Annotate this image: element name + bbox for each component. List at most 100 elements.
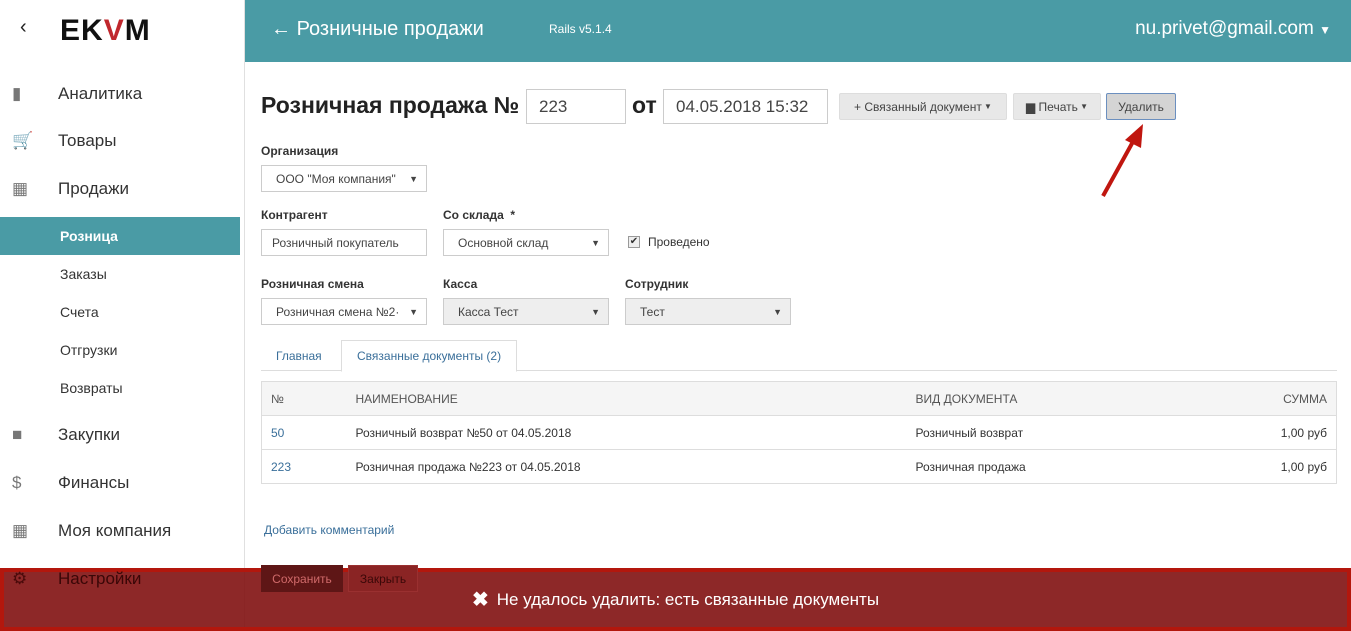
cart-icon: 🛒 xyxy=(12,131,34,150)
tab-main[interactable]: Главная xyxy=(261,340,337,371)
label: Продажи xyxy=(58,179,129,198)
value: Касса Тест xyxy=(458,304,519,319)
building-icon: ▦ xyxy=(12,521,29,540)
truck-icon: ■ xyxy=(12,425,23,444)
checkbox-checked-icon: ✔ xyxy=(628,236,640,248)
tabs: Главная Связанные документы (2) xyxy=(261,340,1337,372)
user-menu[interactable]: nu.privet@gmail.com ▼ xyxy=(1135,18,1331,40)
doc-date-input[interactable]: 04.05.2018 15:32 xyxy=(663,89,828,124)
ekam-logo[interactable]: EKVM xyxy=(60,14,151,48)
collapse-sidebar-button[interactable]: ‹ xyxy=(20,16,27,39)
value: ООО "Моя компания" xyxy=(276,171,396,186)
label: Настройки xyxy=(58,569,142,588)
arrow-left-icon: ← xyxy=(271,18,297,40)
back-to-list-link[interactable]: ← Розничные продажи xyxy=(271,18,484,41)
counterparty-input[interactable]: Розничный покупатель xyxy=(261,229,427,256)
close-button[interactable]: Закрыть xyxy=(348,565,418,592)
cell-name: Розничный возврат №50 от 04.05.2018 xyxy=(346,415,907,450)
cell-sum: 1,00 руб xyxy=(1156,415,1337,450)
header: ← Розничные продажи Rails v5.1.4 nu.priv… xyxy=(245,0,1351,62)
header-title: Розничные продажи xyxy=(296,18,484,40)
caret-down-icon: ▼ xyxy=(591,237,600,248)
caret-down-icon: ▼ xyxy=(409,173,418,184)
bar-chart-icon: ▮ xyxy=(12,84,22,103)
employee-label: Сотрудник xyxy=(625,277,689,291)
col-name: НАИМЕНОВАНИЕ xyxy=(346,381,907,416)
warehouse-label: Со склада * xyxy=(443,208,515,222)
close-x-icon[interactable]: ✖ xyxy=(472,587,489,612)
add-comment-link[interactable]: Добавить комментарий xyxy=(264,523,394,537)
table-header: № НАИМЕНОВАНИЕ ВИД ДОКУМЕНТА СУММА xyxy=(261,381,1337,416)
cell-sum: 1,00 руб xyxy=(1156,449,1337,484)
sidebar-item-sales[interactable]: ▦ Продажи xyxy=(0,170,240,208)
col-sum: СУММА xyxy=(1156,381,1337,416)
sidebar-item-goods[interactable]: 🛒 Товары xyxy=(0,122,240,160)
label: Товары xyxy=(58,131,117,150)
sidebar-item-retail[interactable]: Розница xyxy=(0,217,240,255)
page-title: Розничная продажа № xyxy=(261,92,520,118)
printer-icon: ▆ xyxy=(1025,99,1039,114)
print-button[interactable]: ▆ Печать ▼ xyxy=(1013,93,1101,120)
sidebar-item-analytics[interactable]: ▮ Аналитика xyxy=(0,75,240,113)
label: Связанный документ xyxy=(864,99,982,114)
shift-label: Розничная смена xyxy=(261,277,364,291)
sidebar-item-settings[interactable]: ⚙ Настройки xyxy=(0,560,240,598)
linked-docs-table: № НАИМЕНОВАНИЕ ВИД ДОКУМЕНТА СУММА 50 Рознич… xyxy=(261,381,1337,484)
sidebar: ‹ EKVM ▮ Аналитика 🛒 Товары ▦ Продажи Розни… xyxy=(0,0,245,631)
doc-link[interactable]: 223 xyxy=(271,460,291,474)
doc-number-input[interactable]: 223 xyxy=(526,89,626,124)
linked-document-button[interactable]: + Связанный документ ▼ xyxy=(839,93,1007,120)
col-number: № xyxy=(261,381,347,416)
label: Финансы xyxy=(58,473,130,492)
cell-name: Розничная продажа №223 от 04.05.2018 xyxy=(346,449,907,484)
doc-link[interactable]: 50 xyxy=(271,426,284,440)
org-select[interactable]: ООО "Моя компания" ▼ xyxy=(261,165,427,192)
shift-select[interactable]: Розничная смена №2· ▼ xyxy=(261,298,427,325)
cell-type: Розничный возврат xyxy=(906,415,1157,450)
label: Проведено xyxy=(648,235,710,249)
table-row[interactable]: 50 Розничный возврат №50 от 04.05.2018 Роз… xyxy=(261,415,1337,450)
from-label: от xyxy=(632,92,657,118)
label: Закупки xyxy=(58,425,120,444)
col-type: ВИД ДОКУМЕНТА xyxy=(906,381,1157,416)
kassa-label: Касса xyxy=(443,277,478,291)
sidebar-item-invoices[interactable]: Счета xyxy=(0,293,240,331)
value: Розничная смена №2· xyxy=(276,304,400,319)
gear-icon: ⚙ xyxy=(12,569,28,588)
posted-checkbox[interactable]: ✔ Проведено xyxy=(628,235,710,249)
delete-button[interactable]: Удалить xyxy=(1106,93,1176,120)
employee-select[interactable]: Тест ▼ xyxy=(625,298,791,325)
sidebar-item-orders[interactable]: Заказы xyxy=(0,255,240,293)
rails-version: Rails v5.1.4 xyxy=(549,22,612,36)
caret-down-icon: ▼ xyxy=(409,306,418,317)
annotation-arrow-icon xyxy=(1101,124,1143,197)
tab-linked-docs[interactable]: Связанные документы (2) xyxy=(341,340,518,372)
sidebar-item-shipments[interactable]: Отгрузки xyxy=(0,331,240,369)
sidebar-item-returns[interactable]: Возвраты xyxy=(0,369,240,407)
caret-down-icon: ▼ xyxy=(1319,23,1331,37)
plus-icon: + xyxy=(854,99,865,114)
warehouse-select[interactable]: Основной склад ▼ xyxy=(443,229,609,256)
sidebar-item-company[interactable]: ▦ Моя компания xyxy=(0,512,240,550)
value: Основной склад xyxy=(458,235,549,250)
required-mark: * xyxy=(510,208,516,222)
table-row[interactable]: 223 Розничная продажа №223 от 04.05.2018 Р… xyxy=(261,449,1337,484)
sidebar-item-finance[interactable]: $ Финансы xyxy=(0,464,240,502)
dollar-icon: $ xyxy=(12,473,22,492)
save-button[interactable]: Сохранить xyxy=(261,565,343,592)
label: Печать xyxy=(1038,99,1078,114)
store-icon: ▦ xyxy=(12,179,29,198)
caret-down-icon: ▼ xyxy=(773,306,782,317)
label: Моя компания xyxy=(58,521,172,540)
org-label: Организация xyxy=(261,144,339,158)
label: Аналитика xyxy=(58,84,143,103)
user-email: nu.privet@gmail.com xyxy=(1135,18,1314,39)
text: Со склада xyxy=(443,208,504,222)
sidebar-item-purchases[interactable]: ■ Закупки xyxy=(0,416,240,454)
caret-down-icon: ▼ xyxy=(591,306,600,317)
kassa-select[interactable]: Касса Тест ▼ xyxy=(443,298,609,325)
counterparty-label: Контрагент xyxy=(261,208,328,222)
caret-down-icon: ▼ xyxy=(981,102,992,111)
error-message: Не удалось удалить: есть связанные докум… xyxy=(496,589,880,609)
cell-type: Розничная продажа xyxy=(906,449,1157,484)
